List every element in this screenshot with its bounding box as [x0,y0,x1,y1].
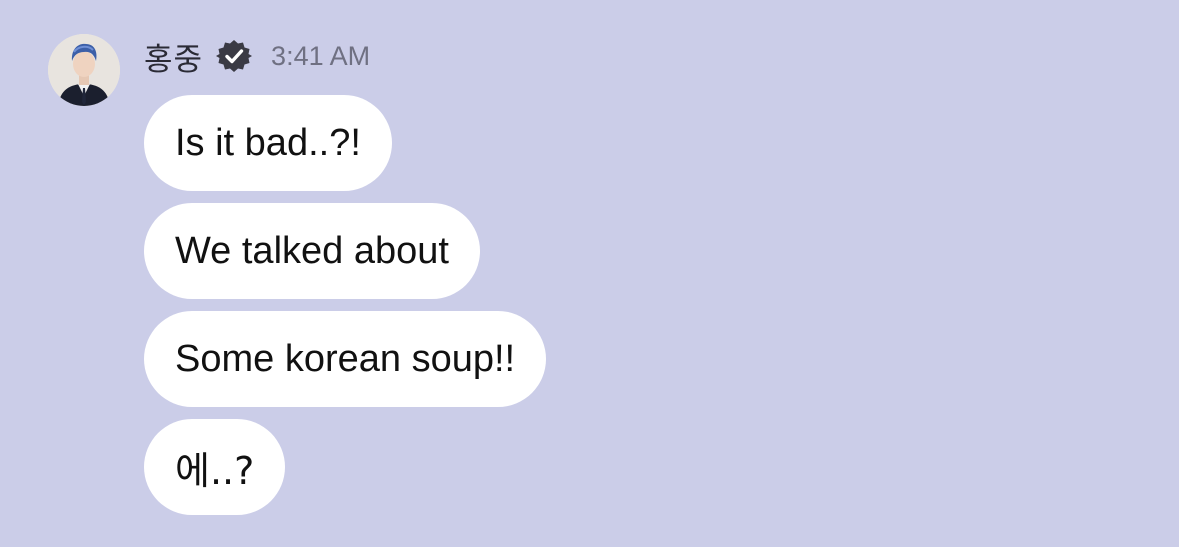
message-text: 에..? [175,448,255,493]
message-bubble[interactable]: Is it bad..?! [144,95,392,191]
message-text: Some korean soup!! [175,337,516,380]
verified-badge-icon [215,37,253,75]
message-text: Is it bad..?! [175,121,361,164]
sender-name[interactable]: 홍중 [144,34,203,79]
message-header: 홍중 3:41 AM [144,34,371,79]
message-bubble[interactable]: Some korean soup!! [144,311,547,407]
avatar-image [48,34,120,106]
message-bubble[interactable]: 에..? [144,419,286,515]
sender-avatar[interactable] [48,34,120,106]
message-bubble[interactable]: We talked about [144,203,480,299]
message-text: We talked about [175,229,449,272]
message-timestamp: 3:41 AM [271,40,371,71]
